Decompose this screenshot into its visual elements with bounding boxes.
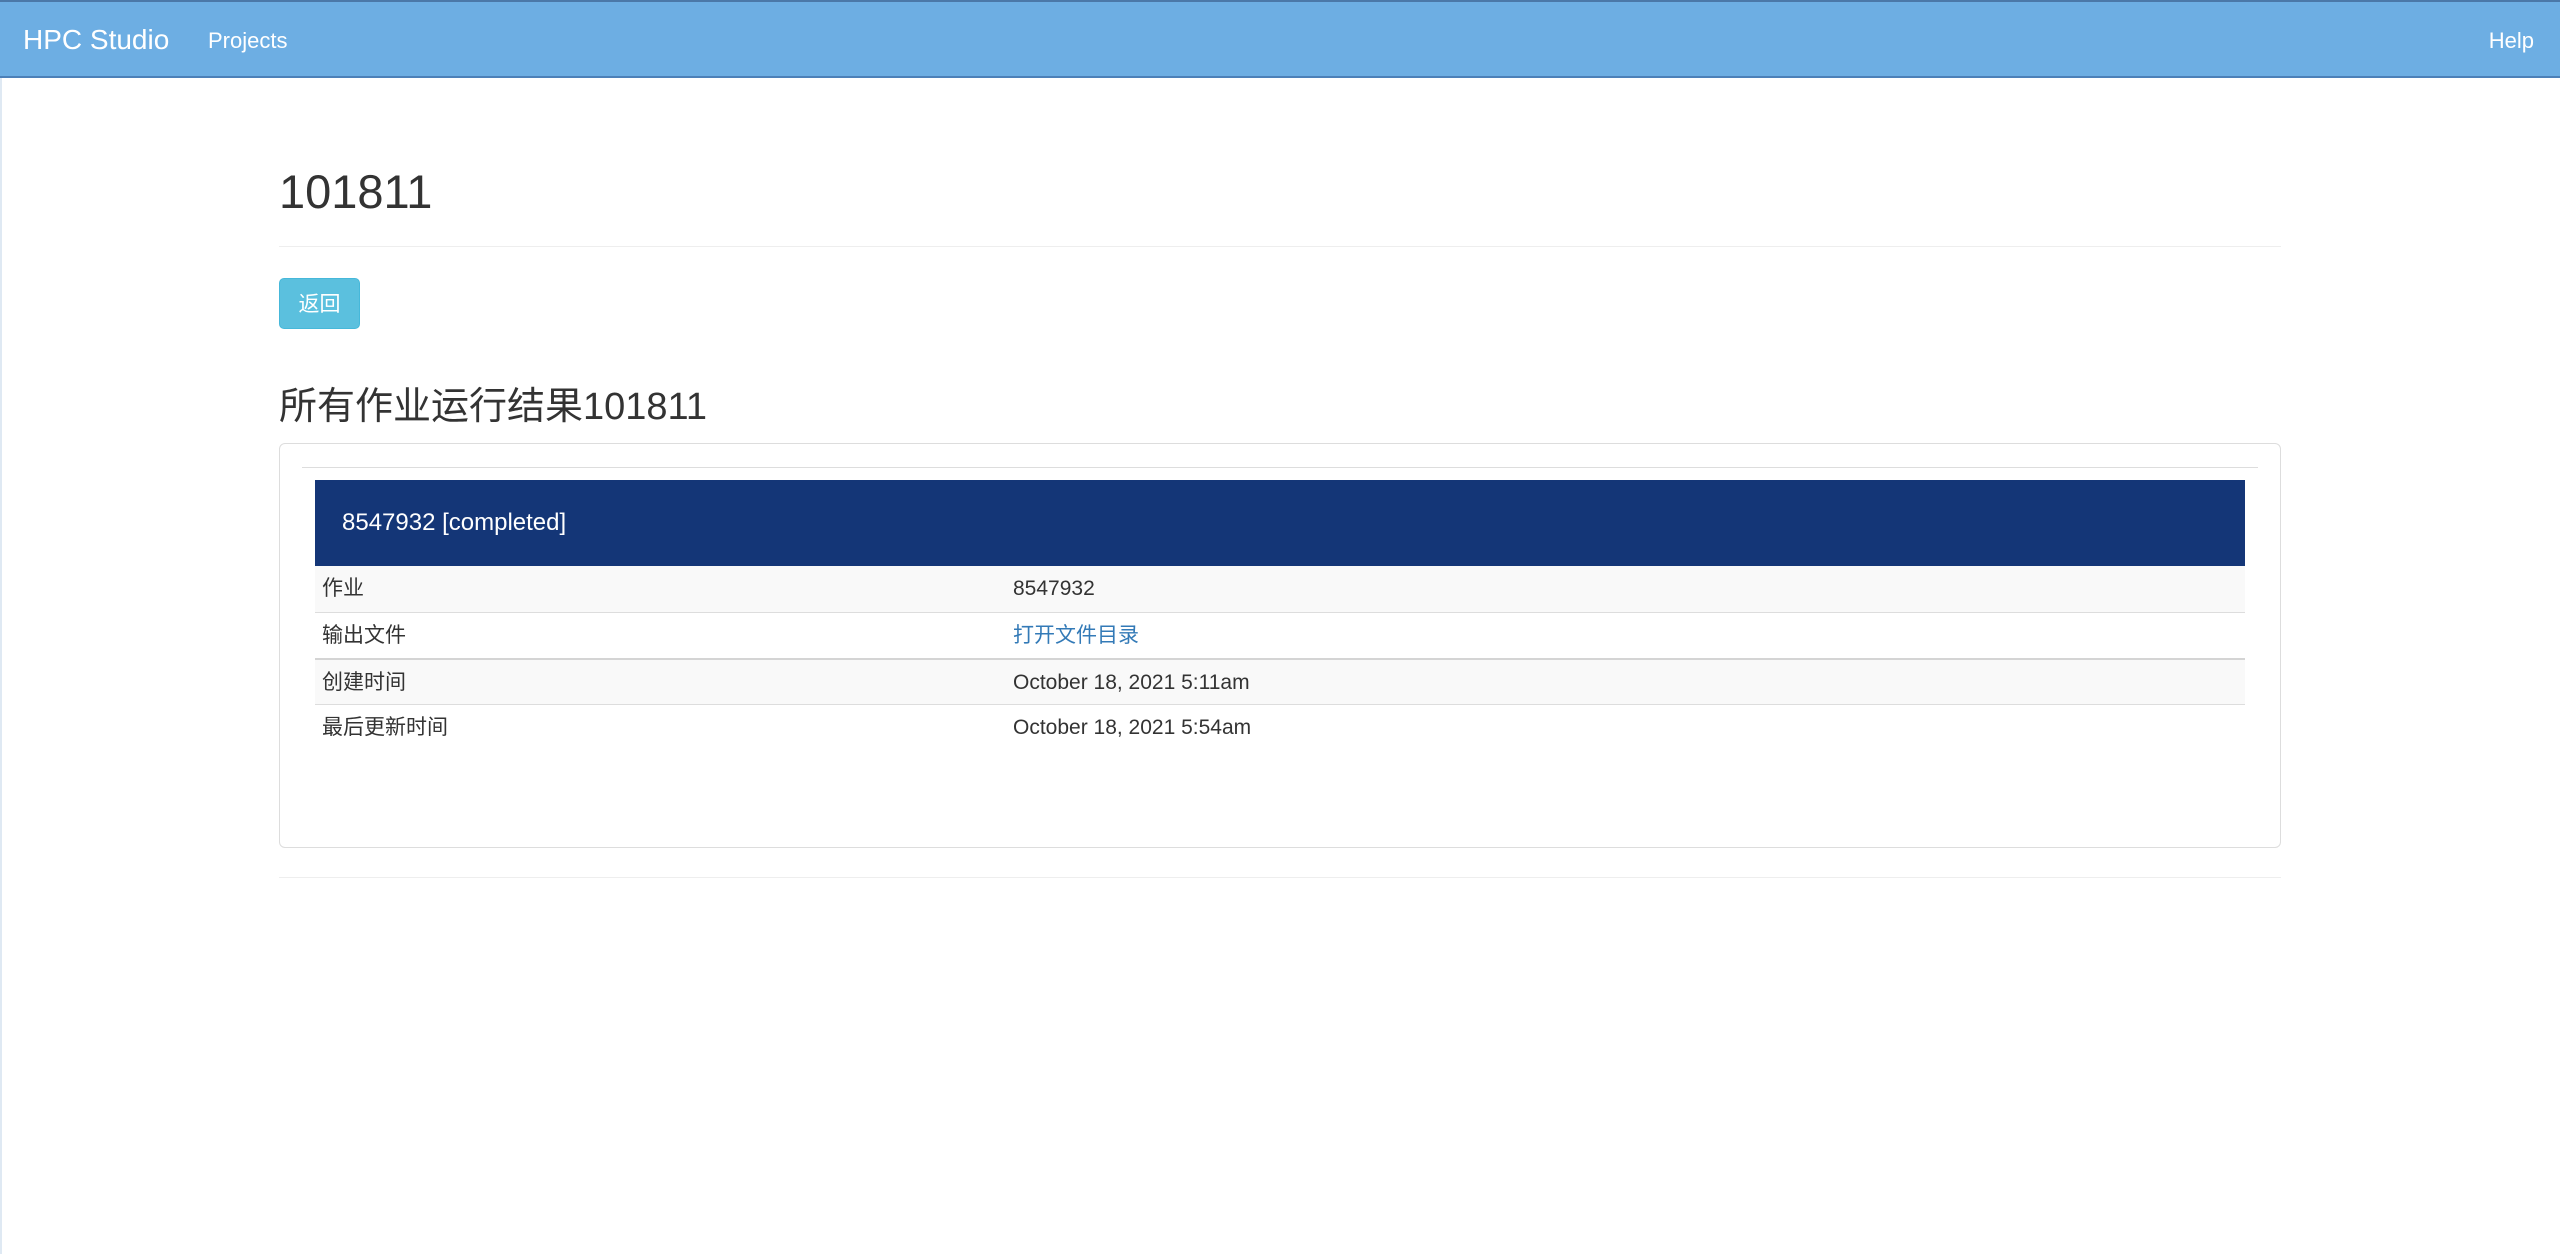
table-row-updated-time: 最后更新时间 October 18, 2021 5:54am: [315, 704, 2245, 750]
row-label-created-time: 创建时间: [322, 671, 406, 694]
row-label-output-files: 输出文件: [322, 624, 406, 647]
row-value-updated-time: October 18, 2021 5:54am: [1013, 716, 1252, 739]
nav-projects-link[interactable]: Projects: [208, 29, 287, 53]
bottom-divider: [279, 877, 2281, 878]
nav-help-link[interactable]: Help: [2489, 29, 2534, 53]
row-value-job-id: 8547932: [1013, 577, 1095, 600]
open-file-directory-link[interactable]: 打开文件目录: [1013, 624, 1139, 648]
job-status-header: 8547932 [completed]: [315, 480, 2245, 566]
table-row-created-time: 创建时间 October 18, 2021 5:11am: [315, 658, 2245, 704]
left-edge-line: [0, 78, 2, 1254]
row-label-job: 作业: [322, 577, 364, 600]
job-results-panel: 8547932 [completed] 作业 8547932 输出文件 打开文件…: [279, 443, 2281, 848]
table-row-job: 作业 8547932: [315, 566, 2245, 612]
panel-inner-divider: [302, 467, 2258, 468]
main-container: 101811 返回 所有作业运行结果101811 8547932 [comple…: [279, 0, 2281, 1254]
row-label-updated-time: 最后更新时间: [322, 716, 448, 739]
back-button[interactable]: 返回: [279, 278, 360, 329]
row-value-created-time: October 18, 2021 5:11am: [1013, 671, 1250, 694]
job-details-table: 作业 8547932 输出文件 打开文件目录 创建时间 October 18, …: [315, 566, 2245, 750]
title-divider: [279, 246, 2281, 247]
table-row-output-files: 输出文件 打开文件目录: [315, 612, 2245, 658]
section-title: 所有作业运行结果101811: [279, 386, 707, 428]
brand-link[interactable]: HPC Studio: [23, 24, 169, 56]
page-title: 101811: [279, 165, 433, 218]
